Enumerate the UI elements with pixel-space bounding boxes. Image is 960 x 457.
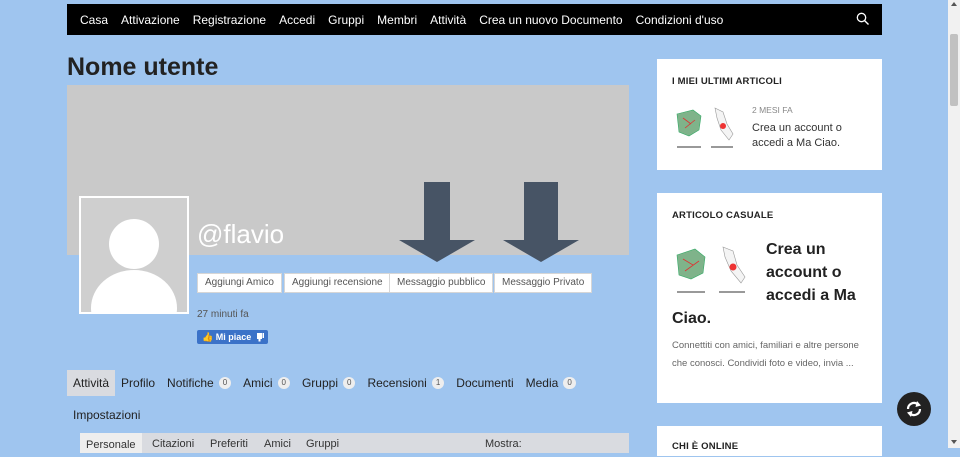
random-post-title-line[interactable]: account o	[766, 261, 842, 284]
annotation-arrow-down-icon	[399, 182, 475, 262]
add-friend-button[interactable]: Aggiungi Amico	[197, 273, 282, 293]
nav-item-registrazione[interactable]: Registrazione	[193, 13, 266, 27]
widget-who-is-online: CHI È ONLINE	[657, 426, 882, 456]
last-active-time: 27 minuti fa	[197, 309, 249, 320]
nav-item-gruppi[interactable]: Gruppi	[328, 13, 364, 27]
tab-gruppi[interactable]: Gruppi 0	[296, 370, 361, 396]
tab-count-badge: 0	[563, 377, 576, 389]
page-title: Nome utente	[67, 53, 219, 81]
nav-item-crea-documento[interactable]: Crea un nuovo Documento	[479, 13, 622, 27]
post-title-link[interactable]: Crea un account o accedi a Ma Ciao.	[752, 121, 862, 151]
add-review-button[interactable]: Aggiungi recensione	[284, 273, 391, 293]
avatar[interactable]	[79, 196, 189, 314]
random-post-title-line[interactable]: accedi a Ma	[766, 284, 856, 307]
search-icon[interactable]	[856, 12, 870, 26]
post-date: 2 MESI FA	[752, 105, 793, 115]
nav-item-casa[interactable]: Casa	[80, 13, 108, 27]
article-thumbnail[interactable]	[671, 239, 755, 303]
widget-title: I MIEI ULTIMI ARTICOLI	[672, 76, 782, 87]
tab-documenti[interactable]: Documenti	[450, 370, 519, 396]
article-thumbnail[interactable]	[671, 102, 741, 157]
public-message-button[interactable]: Messaggio pubblico	[389, 273, 494, 293]
nav-item-attivazione[interactable]: Attivazione	[121, 13, 180, 27]
like-label: Mi piace	[215, 332, 252, 342]
filter-show-label: Mostra:	[485, 438, 522, 450]
subtab-gruppi[interactable]: Gruppi	[306, 438, 339, 450]
annotation-arrow-down-icon	[503, 182, 579, 262]
tab-count-badge: 0	[277, 377, 290, 389]
dislike-button[interactable]	[253, 330, 268, 344]
like-button[interactable]: 👍 Mi piace	[197, 330, 257, 344]
tab-recensioni[interactable]: Recensioni 1	[361, 370, 450, 396]
tab-media[interactable]: Media 0	[520, 370, 582, 396]
profile-tabs: Attività Profilo Notifiche 0 Amici 0 Grupp…	[67, 370, 647, 428]
subtab-citazioni[interactable]: Citazioni	[152, 438, 194, 450]
post-excerpt: Connettiti con amici, familiari e altre …	[672, 340, 859, 369]
widget-random-article: ARTICOLO CASUALE Crea un account o acced…	[657, 193, 882, 403]
default-avatar-icon	[81, 198, 187, 312]
tab-profilo[interactable]: Profilo	[115, 370, 161, 396]
scrollbar-thumb[interactable]	[950, 34, 958, 106]
private-message-button[interactable]: Messaggio Privato	[494, 273, 593, 293]
tab-attivita[interactable]: Attività	[67, 370, 116, 396]
widget-recent-articles: I MIEI ULTIMI ARTICOLI 2 MESI FA Crea un…	[657, 59, 882, 170]
random-post-title-line[interactable]: Crea un	[766, 238, 826, 261]
nav-item-accedi[interactable]: Accedi	[279, 13, 315, 27]
random-post-title-line[interactable]: Ciao.	[672, 307, 711, 330]
subtab-personale[interactable]: Personale	[80, 433, 142, 453]
activity-subtabs: Personale Citazioni Preferiti Amici Grup…	[80, 433, 629, 453]
tab-count-badge: 0	[343, 377, 356, 389]
nav-item-condizioni[interactable]: Condizioni d'uso	[636, 13, 724, 27]
thumbs-down-icon	[257, 333, 264, 342]
page-scrollbar[interactable]	[948, 0, 960, 448]
thumbs-up-icon: 👍	[202, 332, 214, 342]
tab-impostazioni[interactable]: Impostazioni	[67, 402, 146, 428]
nav-item-membri[interactable]: Membri	[377, 13, 417, 27]
subtab-preferiti[interactable]: Preferiti	[210, 438, 248, 450]
top-navigation: Casa Attivazione Registrazione Accedi Gr…	[67, 4, 882, 35]
tab-count-badge: 1	[431, 377, 445, 389]
widget-title: CHI È ONLINE	[672, 441, 739, 452]
subtab-amici[interactable]: Amici	[264, 438, 291, 450]
refresh-icon	[906, 401, 922, 417]
tab-amici[interactable]: Amici 0	[237, 370, 296, 396]
tab-count-badge: 0	[218, 377, 232, 389]
widget-title: ARTICOLO CASUALE	[672, 210, 774, 221]
nav-item-attivita[interactable]: Attività	[430, 13, 466, 27]
profile-handle: @flavio	[197, 219, 285, 249]
tab-notifiche[interactable]: Notifiche 0	[161, 370, 237, 396]
scroll-down-icon[interactable]	[951, 440, 957, 444]
scroll-up-icon[interactable]	[951, 2, 957, 6]
refresh-button[interactable]	[897, 392, 931, 426]
